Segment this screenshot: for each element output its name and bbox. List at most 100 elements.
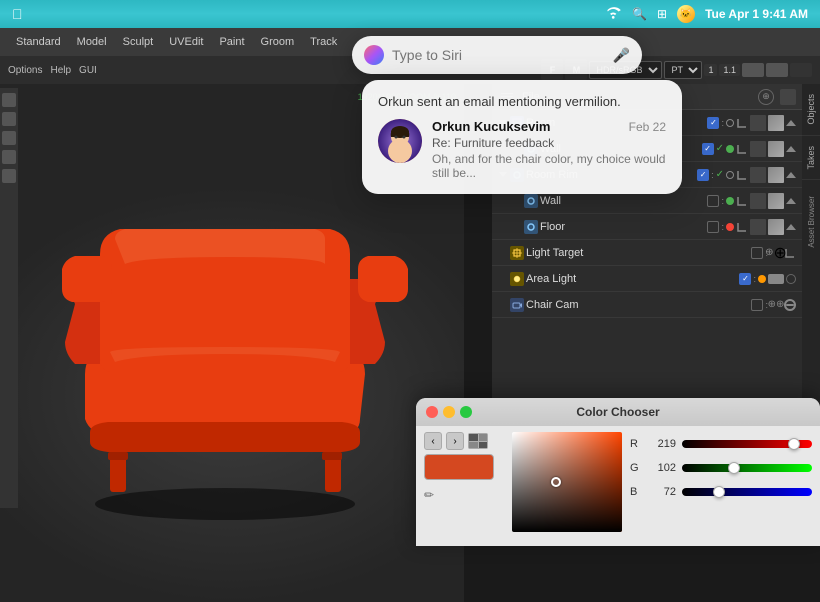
color-nav-row: ‹ ›	[424, 432, 504, 450]
rgb-sliders: R 219 G 102 B 72	[630, 432, 812, 540]
left-tool-btn-2[interactable]	[2, 112, 16, 126]
r-slider-track[interactable]	[682, 440, 812, 448]
color-next-btn[interactable]: ›	[446, 432, 464, 450]
left-tool-panel	[0, 88, 18, 508]
roomrim-controls: ✓ : ✓	[697, 167, 796, 183]
r-value: 219	[648, 438, 676, 450]
toolbar-sculpt[interactable]: Sculpt	[115, 34, 162, 50]
color-prev-btn[interactable]: ‹	[424, 432, 442, 450]
outliner-row-chaircam[interactable]: Chair Cam : ⊕	[492, 292, 802, 318]
room-thumb-2	[768, 115, 784, 131]
sender-avatar	[378, 119, 422, 163]
floor-check[interactable]	[707, 221, 719, 233]
minimize-button[interactable]	[443, 406, 455, 418]
chaircam-crosshair-icon: ⊕	[770, 299, 782, 311]
left-tool-btn-1[interactable]	[2, 93, 16, 107]
color-chooser-body: ‹ › ✏ R 219	[416, 426, 820, 546]
toolbar-uvedit[interactable]: UVEdit	[161, 34, 211, 50]
roomrim-thumb-2	[768, 167, 784, 183]
left-tool-btn-4[interactable]	[2, 150, 16, 164]
globe-icon-btn[interactable]: ⊕	[758, 89, 774, 105]
screen-icon[interactable]: ⊞	[657, 7, 667, 21]
lighttarget-label: Light Target	[526, 247, 749, 259]
arealight-colon: :	[753, 274, 756, 284]
toolbar-model[interactable]: Model	[69, 34, 115, 50]
arealight-circle	[786, 274, 796, 284]
siri-input[interactable]	[392, 47, 605, 63]
tab-takes[interactable]: Takes	[802, 136, 820, 181]
roomrim-checkmark: ✓	[716, 169, 724, 180]
arealight-controls: ✓ :	[739, 273, 796, 285]
maximize-button[interactable]	[460, 406, 472, 418]
lighttarget-type-icon	[510, 246, 524, 260]
b-value: 72	[648, 486, 676, 498]
room-corner-icon[interactable]	[736, 117, 748, 129]
b-slider-thumb[interactable]	[713, 486, 725, 498]
notification-date: Feb 22	[629, 120, 666, 134]
wall2-check[interactable]	[707, 195, 719, 207]
render-btn-1[interactable]	[742, 63, 764, 77]
arealight-check[interactable]: ✓	[739, 273, 751, 285]
chaircam-label: Chair Cam	[526, 299, 749, 311]
wall2-colon: :	[721, 196, 724, 206]
toolbar-paint[interactable]: Paint	[211, 34, 252, 50]
wall1-check[interactable]: ✓	[702, 143, 714, 155]
filter-btn[interactable]	[780, 89, 796, 105]
siri-search-bar[interactable]: 🎤	[352, 36, 642, 74]
wall2-triangle	[786, 198, 796, 204]
gui-menu[interactable]: GUI	[79, 65, 97, 76]
close-button[interactable]	[426, 406, 438, 418]
toolbar-standard[interactable]: Standard	[8, 34, 69, 50]
tab-asset-browser-label: Asset Browser	[807, 196, 816, 248]
outliner-row-floor[interactable]: Floor :	[492, 214, 802, 240]
floor-colon: :	[721, 222, 724, 232]
render-engine-dropdown[interactable]: PT	[664, 61, 702, 79]
left-tool-btn-3[interactable]	[2, 131, 16, 145]
tab-takes-label: Takes	[806, 146, 816, 170]
options-menu[interactable]: Options	[8, 65, 42, 76]
lighttarget-check[interactable]	[751, 247, 763, 259]
g-slider-track[interactable]	[682, 464, 812, 472]
render-btn-2[interactable]	[766, 63, 788, 77]
lighttarget-crosshair-icon: ⊕	[770, 247, 782, 259]
left-tool-btn-5[interactable]	[2, 169, 16, 183]
r-slider-thumb[interactable]	[788, 438, 800, 450]
notification-banner[interactable]: Orkun sent an email mentioning vermilion…	[362, 80, 682, 194]
toolbar-track[interactable]: Track	[302, 34, 345, 50]
room-dot-icon: :	[721, 118, 724, 128]
current-color-swatch[interactable]	[424, 454, 494, 480]
room-controls: ✓ :	[707, 115, 796, 131]
siri-mic-icon[interactable]: 🎤	[613, 47, 630, 64]
b-slider-track[interactable]	[682, 488, 812, 496]
search-icon[interactable]: 🔍	[632, 7, 647, 21]
outliner-row-arealight[interactable]: Area Light ✓ :	[492, 266, 802, 292]
sender-name: Orkun Kucuksevim	[432, 119, 551, 134]
roomrim-dot-ctrl: :	[711, 170, 714, 180]
apple-logo-icon: 	[12, 6, 23, 22]
wall1-thumb-2	[768, 141, 784, 157]
arealight-preview-rect	[768, 274, 784, 284]
outliner-row-lighttarget[interactable]: Light Target : ⊕	[492, 240, 802, 266]
render-btn-3[interactable]	[790, 63, 812, 77]
color-grid-btn[interactable]	[468, 433, 488, 449]
roomrim-check[interactable]: ✓	[697, 169, 709, 181]
tab-objects[interactable]: Objects	[802, 84, 820, 136]
wall1-thumb-1	[750, 141, 766, 157]
dropper-icon[interactable]: ✏	[424, 488, 434, 502]
user-avatar-icon[interactable]: 🐱	[677, 5, 695, 23]
chaircam-check[interactable]	[751, 299, 763, 311]
wifi-icon[interactable]	[606, 7, 622, 22]
color-gradient-picker[interactable]	[512, 432, 622, 532]
color-chooser-window: Color Chooser ‹ › ✏	[416, 398, 820, 546]
g-slider-thumb[interactable]	[728, 462, 740, 474]
tab-objects-label: Objects	[806, 94, 816, 125]
floor-corner	[736, 221, 748, 233]
roomrim-triangle	[786, 172, 796, 178]
toolbar-groom[interactable]: Groom	[253, 34, 303, 50]
room-color-dot	[726, 119, 734, 127]
tab-asset-browser[interactable]: Asset Browser	[802, 180, 820, 264]
room-visible-check[interactable]: ✓	[707, 117, 719, 129]
help-menu[interactable]: Help	[50, 65, 71, 76]
slider-row-r: R 219	[630, 434, 812, 454]
slider-row-g: G 102	[630, 458, 812, 478]
